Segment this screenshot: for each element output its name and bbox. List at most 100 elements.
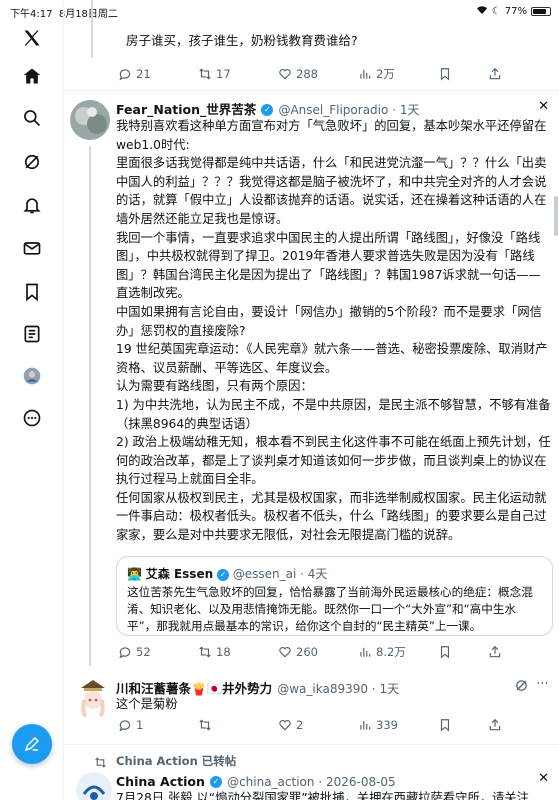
tweet-paragraph: 我回一个事情，一直要求追求中国民主的人提出所谓「路线图」，好像没「路线图」，中共… [116, 230, 541, 301]
display-name[interactable]: Fear_Nation_世界苦茶 [116, 102, 256, 117]
quoted-text: 这位苦茶先生气急败坏的回复，恰恰暴露了当前海外民运最核心的绝症：概念混淆、知识老… [127, 585, 533, 633]
quoted-avatar-icon: 👨‍💻 [127, 567, 142, 581]
repost-label[interactable]: China Action 已转帖 [116, 753, 236, 769]
timestamp[interactable]: 1天 [379, 682, 399, 696]
share-button[interactable] [488, 718, 502, 732]
reply-icon [119, 720, 131, 732]
tweet-paragraph: 中国如果拥有言论自由，要设计「网信办」撤销的5个阶段？而不是要求「网信办」惩罚权… [116, 304, 542, 338]
close-icon[interactable]: ✕ [538, 771, 549, 786]
timestamp[interactable]: 1天 [400, 103, 420, 117]
tweet-paragraph: 我特别喜欢看这种单方面宣布对方「气急败坏」的回复，基本吵架水平还停留在web1.… [116, 119, 547, 152]
tweet-body: 我特别喜欢看这种单方面宣布对方「气急败坏」的回复，基本吵架水平还停留在web1.… [116, 117, 553, 545]
avatar[interactable] [76, 772, 112, 800]
thread-connector [89, 146, 91, 666]
more-icon[interactable] [20, 406, 44, 430]
tweet-actions: 52 18 260 8.2万 [118, 644, 502, 660]
tweet-paragraph: 里面很多话我觉得都是纯中共话语，什么「和民进党沆瀣一气」？？什么「出卖中国人的利… [116, 156, 547, 226]
views-button[interactable]: 2万 [358, 66, 438, 82]
retweet-button[interactable] [198, 718, 278, 732]
grok-icon[interactable] [20, 150, 44, 174]
quoted-time: 4天 [307, 567, 328, 581]
retweet-button[interactable]: 18 [198, 644, 278, 660]
reply-icon [119, 69, 131, 81]
grok-explain-icon[interactable] [514, 678, 529, 697]
x-logo-icon[interactable] [20, 26, 44, 50]
scrollbar-thumb[interactable] [554, 196, 558, 236]
bookmark-action-icon [440, 68, 450, 81]
search-icon[interactable] [20, 106, 44, 130]
like-button[interactable]: 260 [278, 644, 358, 660]
compose-button[interactable] [12, 724, 52, 764]
tweet-paragraph: 1) 为中共洗地，认为民主不成，不是中共原因，是民主派不够智慧，不够有准备（抹黑… [116, 397, 551, 431]
like-button[interactable]: 2 [278, 718, 358, 732]
reply-button[interactable]: 52 [118, 644, 198, 660]
repost-icon [94, 754, 107, 773]
tweet-paragraph: 2) 政治上极端幼稚无知，根本看不到民主化这件事不可能在纸面上预先计划，任何的政… [116, 435, 551, 487]
bell-icon[interactable] [20, 193, 44, 217]
retweet-icon [199, 719, 211, 731]
retweet-button[interactable]: 17 [198, 66, 278, 82]
list-icon[interactable] [20, 322, 44, 346]
verified-badge-icon: ✓ [209, 775, 222, 788]
thread-connector [91, 0, 93, 58]
home-icon[interactable] [20, 64, 44, 88]
share-button[interactable] [488, 644, 502, 660]
mail-icon[interactable] [20, 236, 44, 260]
verified-badge-icon: ✓ [261, 103, 274, 116]
quoted-handle: @essen_ai [232, 567, 297, 581]
reply-icon [119, 647, 131, 659]
compose-icon [24, 736, 40, 752]
timestamp[interactable]: 2026-08-05 [326, 775, 396, 789]
more-options-icon[interactable]: ⋯ [536, 676, 549, 691]
bookmark-action-icon [440, 646, 450, 659]
quoted-display-name: 艾森 Essen [145, 567, 214, 581]
tweet-text: 7月28日 张毅 以“煽动分裂国家罪”被批捕，关押在西藏拉萨看守所，请关注 [116, 791, 529, 800]
bookmark-button[interactable] [438, 66, 488, 82]
bookmark-action-icon [440, 719, 450, 732]
handle[interactable]: @Ansel_Fliporadio [278, 103, 388, 117]
tweet-actions: 21 17 288 2万 [118, 66, 502, 82]
like-button[interactable]: 288 [278, 66, 358, 82]
views-icon [360, 69, 371, 79]
close-icon[interactable]: ✕ [538, 99, 549, 114]
quoted-tweet[interactable]: 👨‍💻 艾森 Essen ✓ @essen_ai · 4天 这位苦茶先生气急败坏… [116, 556, 553, 636]
tweet-actions: 1 2 339 [118, 718, 502, 732]
views-icon [360, 647, 371, 657]
heart-icon [279, 68, 291, 80]
divider [64, 90, 559, 91]
bookmark-button[interactable] [438, 718, 488, 732]
tweet-text: 房子谁买，孩子谁生，奶粉钱教育费谁给? [126, 33, 358, 48]
timeline-feed: 房子谁买，孩子谁生，奶粉钱教育费谁给? 21 17 288 2万 Fear_Na… [64, 0, 559, 800]
divider [64, 744, 559, 745]
tweet-paragraph: 19 世纪英国宪章运动：《人民宪章》就六条——普选、秘密投票废除、取消财产资格、… [116, 342, 548, 375]
share-icon [489, 645, 501, 658]
profile-avatar-icon[interactable] [20, 364, 44, 388]
sidebar-nav [0, 0, 64, 800]
reply-button[interactable]: 21 [118, 66, 198, 82]
avatar[interactable] [76, 678, 110, 718]
retweet-icon [199, 68, 211, 80]
handle[interactable]: @wa_ika89390 [277, 682, 368, 696]
bookmark-icon[interactable] [20, 280, 44, 304]
share-icon [489, 718, 501, 731]
display-name[interactable]: 川和汪蓄薯条🍟🇯🇵井外势力 [116, 681, 272, 696]
quoted-header: 👨‍💻 艾森 Essen ✓ @essen_ai · 4天 [127, 567, 328, 581]
tweet-header: China Action ✓ @china_action · 2026-08-0… [116, 774, 396, 789]
reply-button[interactable]: 1 [118, 718, 198, 732]
views-icon [360, 720, 371, 730]
display-name[interactable]: China Action [116, 774, 205, 789]
share-button[interactable] [488, 66, 502, 82]
views-button[interactable]: 339 [358, 718, 438, 732]
retweet-icon [199, 646, 211, 658]
bookmark-button[interactable] [438, 644, 488, 660]
tweet-paragraph: 认为需要有路线图，只有两个原因： [116, 379, 313, 394]
views-button[interactable]: 8.2万 [358, 644, 438, 660]
heart-icon [279, 719, 291, 731]
heart-icon [279, 646, 291, 658]
tweet-paragraph: 任何国家从极权到民主，尤其是极权国家，而非选举制威权国家。民主化运动就一件事启动… [116, 490, 547, 543]
tweet-header: Fear_Nation_世界苦茶 ✓ @Ansel_Fliporadio · 1… [116, 102, 420, 117]
verified-badge-icon: ✓ [216, 568, 229, 581]
handle[interactable]: @china_action [227, 775, 314, 789]
share-icon [489, 67, 501, 80]
avatar[interactable] [70, 100, 110, 140]
